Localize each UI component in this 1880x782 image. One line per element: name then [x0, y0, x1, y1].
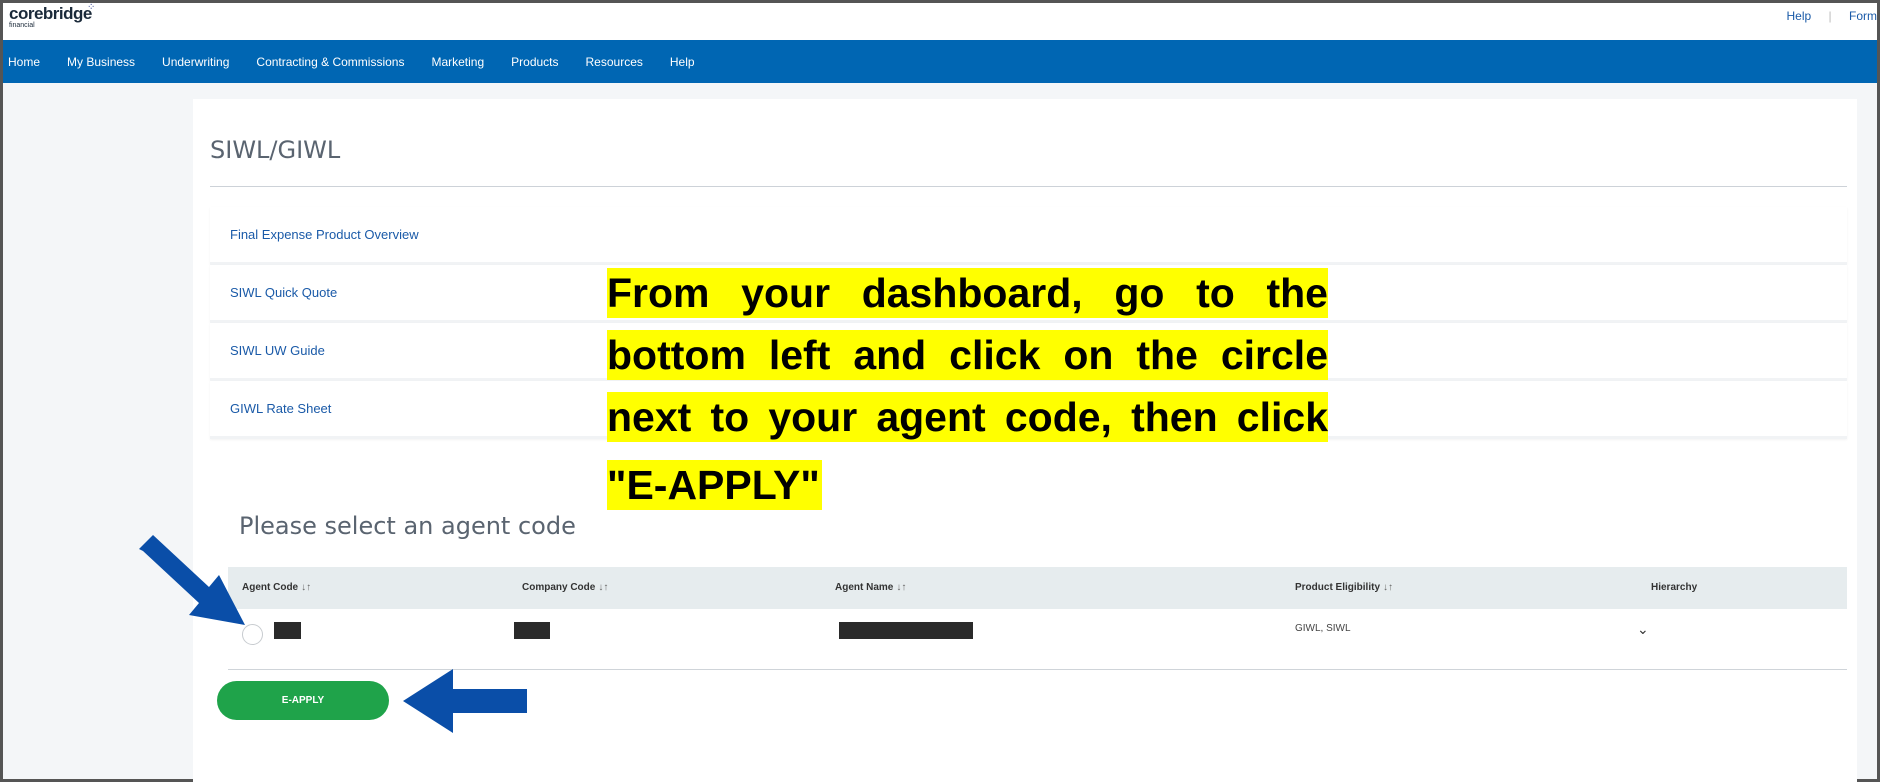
pointer-arrow-icon: [139, 535, 245, 625]
e-apply-button[interactable]: E-APPLY: [217, 681, 389, 720]
nav-contracting-commissions[interactable]: Contracting & Commissions: [256, 55, 404, 69]
col-agent-code[interactable]: Agent Code ↓↑: [242, 582, 311, 593]
pointer-arrow-icon: [403, 669, 527, 733]
callout-line: next to your agent code, then click: [607, 392, 1328, 442]
page-title: SIWL/GIWL: [210, 136, 341, 164]
select-agent-heading: Please select an agent code: [239, 512, 576, 540]
redacted-agent-code: [274, 622, 301, 639]
logo-subtext: financial: [9, 22, 35, 29]
nav-home[interactable]: Home: [8, 55, 40, 69]
logo-text: corebridge: [9, 4, 92, 23]
top-bar: corebridge ⁘ financial Help | Form: [3, 3, 1877, 40]
callout-line: "E-APPLY": [607, 460, 822, 510]
link-separator: |: [1828, 9, 1832, 23]
nav-my-business[interactable]: My Business: [67, 55, 135, 69]
sort-icon: ↓↑: [598, 582, 609, 593]
redacted-company-code: [514, 622, 550, 639]
redacted-agent-name: [839, 622, 973, 639]
callout-line: From your dashboard, go to the: [607, 268, 1328, 318]
chevron-down-icon[interactable]: ⌄: [1637, 621, 1649, 638]
nav-products[interactable]: Products: [511, 55, 558, 69]
help-link[interactable]: Help: [1787, 9, 1812, 23]
sort-icon: ↓↑: [1383, 582, 1394, 593]
corebridge-logo[interactable]: corebridge ⁘ financial: [9, 2, 96, 30]
utility-links: Help | Form: [1787, 9, 1878, 23]
col-product-eligibility[interactable]: Product Eligibility ↓↑: [1295, 582, 1393, 593]
forms-link[interactable]: Form: [1849, 9, 1877, 23]
main-nav: Home My Business Underwriting Contractin…: [3, 40, 1877, 83]
nav-underwriting[interactable]: Underwriting: [162, 55, 229, 69]
nav-help[interactable]: Help: [670, 55, 695, 69]
nav-marketing[interactable]: Marketing: [431, 55, 484, 69]
divider: [210, 186, 1847, 187]
table-header: Agent Code ↓↑ Company Code ↓↑ Agent Name ↓↑…: [228, 567, 1847, 609]
table-row: GIWL, SIWL ⌄: [228, 609, 1847, 670]
product-eligibility-value: GIWL, SIWL: [1295, 623, 1351, 634]
instruction-callout: From your dashboard, go to the bottom le…: [607, 268, 1328, 522]
agent-code-table: Agent Code ↓↑ Company Code ↓↑ Agent Name ↓↑…: [228, 567, 1847, 670]
logo-mark-icon: ⁘: [87, 2, 96, 13]
link-product-overview[interactable]: Final Expense Product Overview: [210, 207, 1847, 265]
sort-icon: ↓↑: [896, 582, 907, 593]
col-hierarchy: Hierarchy: [1651, 582, 1698, 593]
sort-icon: ↓↑: [301, 582, 312, 593]
callout-line: bottom left and click on the circle: [607, 330, 1328, 380]
col-company-code[interactable]: Company Code ↓↑: [522, 582, 608, 593]
col-agent-name[interactable]: Agent Name ↓↑: [835, 582, 906, 593]
nav-resources[interactable]: Resources: [586, 55, 643, 69]
